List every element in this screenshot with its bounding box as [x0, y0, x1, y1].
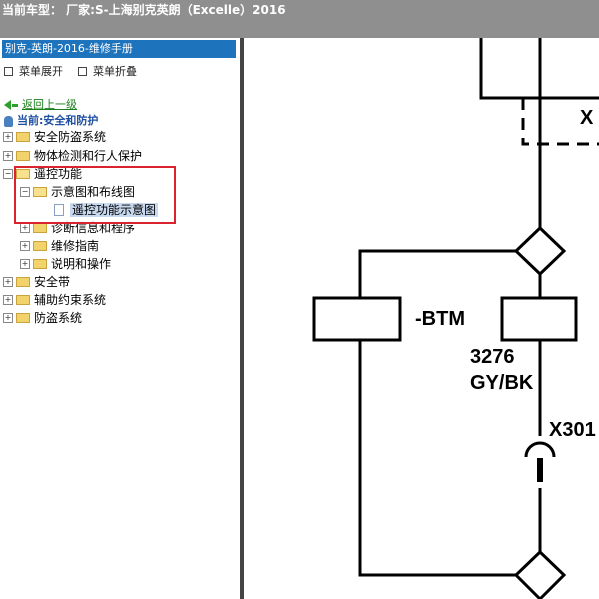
folder-icon	[33, 240, 47, 251]
folder-icon	[33, 222, 47, 233]
navigation-panel: 别克-英朗-2016-维修手册 菜单展开 菜单折叠 返回上一级 当前:安全和防护…	[0, 38, 240, 599]
folder-icon	[33, 258, 47, 269]
back-arrow-icon	[4, 100, 11, 110]
folder-icon	[16, 312, 30, 323]
tree-item-description[interactable]: + 说明和操作	[20, 256, 111, 272]
expand-icon[interactable]: +	[3, 294, 13, 305]
btm-component-right	[500, 296, 578, 342]
expand-icon[interactable]: +	[3, 150, 13, 161]
expand-icon[interactable]: +	[20, 240, 30, 251]
label-btm: -BTM	[415, 308, 465, 330]
expand-icon[interactable]: +	[20, 258, 30, 269]
folder-icon	[16, 150, 30, 161]
expand-icon[interactable]: +	[3, 131, 13, 142]
label-wire-color: GY/BK	[470, 372, 534, 394]
selection-highlight-box	[14, 166, 176, 224]
manual-heading: 别克-英朗-2016-维修手册	[2, 40, 236, 58]
collapse-icon	[78, 66, 87, 76]
btm-component-left	[312, 296, 402, 342]
expand-icon[interactable]: +	[3, 276, 13, 287]
label-x-top: X	[580, 107, 594, 129]
current-section: 当前:安全和防护	[4, 112, 98, 128]
wiring-diagram: X -BTM 3276 GY/BK X301	[244, 38, 599, 599]
splice-diamond-bottom	[513, 549, 567, 599]
splice-diamond-top	[513, 225, 567, 277]
tree-item-anti-theft[interactable]: + 防盗系统	[3, 310, 82, 326]
tree-item-seat-belt[interactable]: + 安全带	[3, 274, 70, 290]
collapse-menu-button[interactable]: 菜单折叠	[78, 63, 137, 79]
expand-icon[interactable]: +	[3, 312, 13, 323]
folder-icon	[16, 131, 30, 142]
connector-x301-arc	[524, 441, 556, 458]
tree-item-anti-theft-security[interactable]: + 安全防盗系统	[3, 129, 106, 145]
user-icon	[4, 115, 13, 127]
expand-icon[interactable]: +	[20, 222, 30, 233]
expand-icon	[4, 66, 13, 76]
folder-icon	[16, 276, 30, 287]
tree-item-object-detection[interactable]: + 物体检测和行人保护	[3, 148, 142, 164]
tree-item-restraint-system[interactable]: + 辅助约束系统	[3, 292, 106, 308]
vehicle-model-title: 当前车型： 厂家:S-上海别克英朗（Excelle）2016	[2, 3, 286, 17]
back-link[interactable]: 返回上一级	[4, 96, 77, 112]
connector-x301-pin	[537, 458, 543, 482]
expand-menu-button[interactable]: 菜单展开	[4, 63, 63, 79]
label-connector-x301: X301	[549, 419, 596, 441]
tree-item-repair-guide[interactable]: + 维修指南	[20, 238, 99, 254]
folder-icon	[16, 294, 30, 305]
collapse-icon[interactable]: −	[3, 168, 13, 179]
label-circuit-number: 3276	[470, 346, 515, 368]
title-bar: 当前车型： 厂家:S-上海别克英朗（Excelle）2016	[0, 0, 599, 38]
